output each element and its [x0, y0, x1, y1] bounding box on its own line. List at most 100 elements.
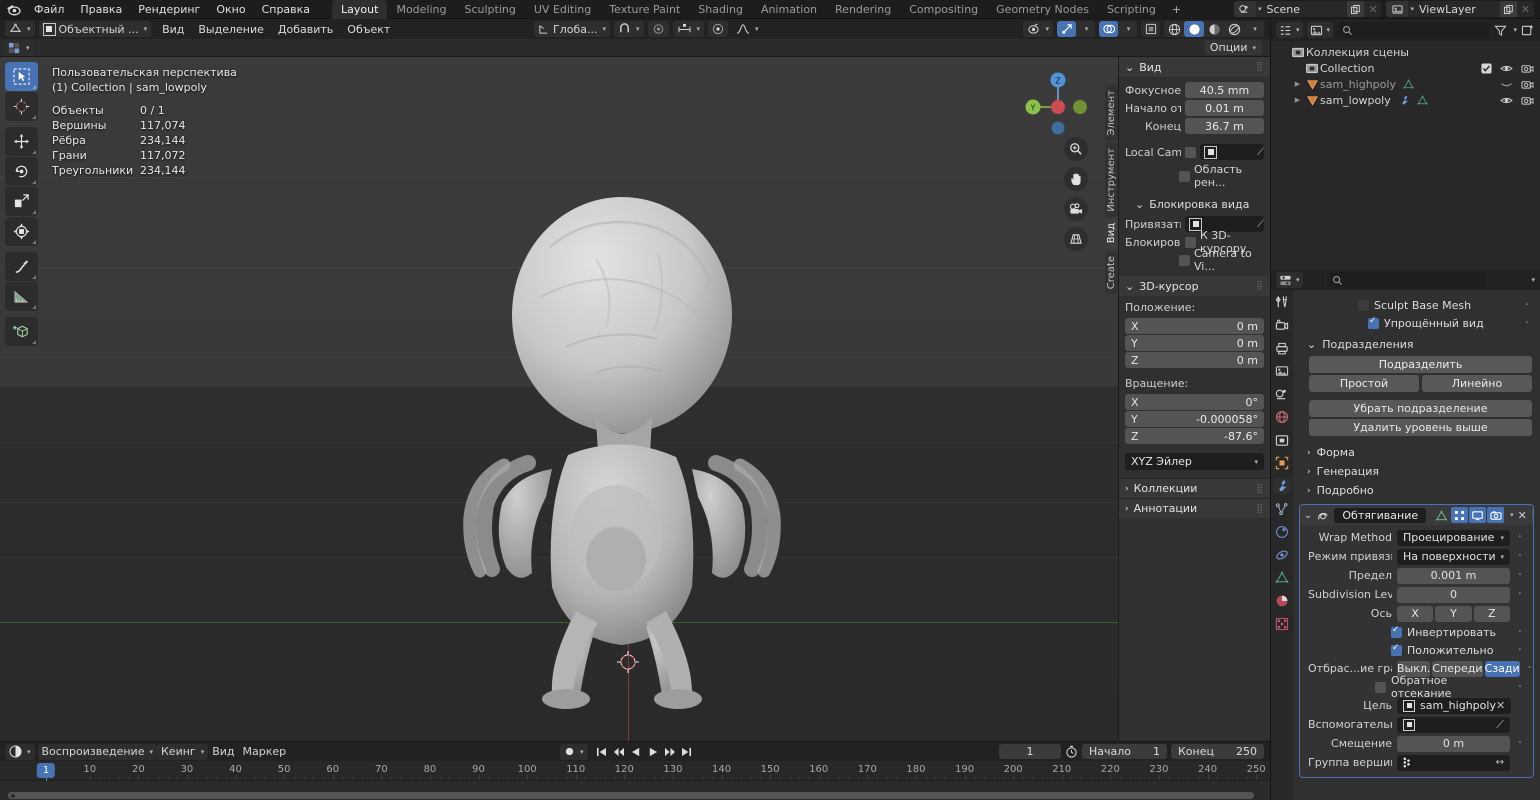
visibility-selectability-button[interactable]: ▾: [1023, 21, 1053, 37]
tab-object-data[interactable]: [1273, 570, 1291, 586]
scene-selector[interactable]: ▾ Scene ✕: [1234, 1, 1382, 17]
snap-magnet-button[interactable]: ▾: [614, 21, 644, 37]
cursor-rotation-y-field[interactable]: Y-0.000058°: [1125, 411, 1264, 427]
render-camera-icon[interactable]: [1521, 79, 1534, 90]
workspace-tabs[interactable]: LayoutModelingSculptingUV EditingTexture…: [332, 0, 1188, 19]
expand-triangle-icon[interactable]: ▶: [1291, 80, 1304, 88]
proportional-edit-button[interactable]: [648, 21, 669, 37]
zoom-view-button[interactable]: [1064, 137, 1088, 161]
clip-start-row[interactable]: Начало от... 0.01 m: [1125, 100, 1264, 116]
side-tab-вид[interactable]: Вид: [1105, 218, 1118, 248]
animate-dot-icon[interactable]: ·: [1525, 661, 1534, 676]
subdivide-button[interactable]: Подразделить: [1309, 356, 1532, 373]
realtime-display-toggle[interactable]: [1469, 507, 1486, 523]
aux-target-row[interactable]: Вспомогательна... ⟋: [1300, 715, 1533, 734]
side-tab-инструмент[interactable]: Инструмент: [1105, 143, 1118, 217]
wireframe-shading-button[interactable]: [1164, 21, 1184, 37]
tab-world[interactable]: [1273, 409, 1291, 425]
exclude-checkbox[interactable]: [1481, 63, 1492, 74]
toggle-xray-button[interactable]: [1141, 21, 1160, 37]
remove-viewlayer-button[interactable]: ✕: [1517, 1, 1534, 17]
filter-chevron-icon[interactable]: ▾: [1513, 26, 1517, 34]
axis-toggle-y[interactable]: Y: [1435, 606, 1471, 622]
workspace-tab-rendering[interactable]: Rendering: [826, 0, 900, 19]
outliner-row-sam_lowpoly[interactable]: ▶sam_lowpoly: [1271, 92, 1540, 108]
cursor-location-y-field[interactable]: Y0 m: [1125, 335, 1264, 351]
add-cube-tool[interactable]: [5, 317, 38, 346]
animate-dot-icon[interactable]: ·: [1515, 643, 1525, 658]
show-gizmo-toggle[interactable]: [1057, 21, 1076, 37]
pan-view-button[interactable]: [1064, 167, 1088, 191]
eyedropper-icon[interactable]: ⟋: [1496, 718, 1504, 732]
axis-row[interactable]: Ось XYZ: [1300, 604, 1533, 623]
offset-field[interactable]: 0 m: [1397, 736, 1510, 752]
animate-dot-icon[interactable]: ·: [1515, 625, 1525, 640]
gizmo-options-chevron-icon[interactable]: ▾: [1076, 21, 1095, 37]
tab-physics[interactable]: [1273, 524, 1291, 540]
tab-collection[interactable]: [1273, 432, 1291, 448]
properties-editor-type-button[interactable]: ▾: [1276, 272, 1303, 288]
active-tool-icon-button[interactable]: ▾: [4, 40, 34, 56]
animate-dot-icon[interactable]: ·: [1515, 680, 1525, 695]
timeline-editor-type-button[interactable]: ▾: [5, 744, 35, 760]
local-camera-checkbox[interactable]: [1185, 147, 1196, 158]
chevron-down-icon[interactable]: ⌄: [1304, 510, 1312, 521]
view-lock-subheader[interactable]: ⌄ Блокировка вида: [1125, 194, 1264, 214]
move-tool[interactable]: [5, 127, 38, 156]
axis-toggle-x[interactable]: X: [1397, 606, 1433, 622]
invert-cull-checkbox[interactable]: [1375, 682, 1386, 693]
delete-higher-button[interactable]: Удалить уровень выше: [1309, 419, 1532, 436]
tab-render[interactable]: [1273, 317, 1291, 333]
cursor-section-header[interactable]: ⌄ 3D-курсор ⣿: [1119, 276, 1270, 296]
frame-end-field[interactable]: Конец 250: [1171, 744, 1264, 759]
animate-dot-icon[interactable]: ·: [1515, 587, 1525, 602]
modifier-name-field[interactable]: Обтягивание: [1334, 508, 1426, 523]
clip-end-row[interactable]: Конец 36.7 m: [1125, 118, 1264, 134]
render-camera-icon[interactable]: [1521, 95, 1534, 106]
solid-shading-button[interactable]: [1184, 21, 1204, 37]
render-region-checkbox[interactable]: [1179, 171, 1190, 182]
rotation-mode-dropdown[interactable]: XYZ Эйлер ▾: [1125, 453, 1264, 470]
toggle-ortho-perspective-button[interactable]: [1064, 227, 1088, 251]
drag-handle-icon[interactable]: ⣿: [1256, 504, 1264, 514]
invert-row[interactable]: Инвертировать ·: [1300, 623, 1533, 641]
simplified-view-checkbox[interactable]: [1368, 318, 1379, 329]
drag-handle-icon[interactable]: ⣿: [1531, 510, 1534, 520]
new-viewlayer-button[interactable]: [1500, 1, 1517, 17]
visibility-eye-icon[interactable]: [1500, 63, 1513, 74]
jump-to-end-button[interactable]: [679, 744, 695, 760]
camera-to-view-row[interactable]: Camera to Vi...: [1125, 252, 1264, 268]
workspace-tab-scripting[interactable]: Scripting: [1098, 0, 1165, 19]
limit-row[interactable]: Предел 0.001 m ·: [1300, 566, 1533, 585]
menu-справка[interactable]: Справка: [254, 1, 318, 18]
subdivision-levels-row[interactable]: Subdivision Levels 0 ·: [1300, 585, 1533, 604]
timeline-menu-маркер[interactable]: Маркер: [239, 744, 291, 760]
blender-logo-icon[interactable]: [0, 0, 26, 19]
timeline-menu-вид[interactable]: Вид: [208, 744, 238, 760]
proportional-size-button[interactable]: ▾: [673, 21, 705, 37]
outliner-editor-type-button[interactable]: ▾: [1276, 22, 1303, 38]
side-tab-элемент[interactable]: Элемент: [1105, 85, 1118, 141]
display-mode-button[interactable]: ▾: [1307, 22, 1334, 38]
select-box-tool[interactable]: [5, 62, 38, 91]
next-keyframe-button[interactable]: [662, 744, 678, 760]
animate-dot-icon[interactable]: ·: [1522, 298, 1532, 313]
annotate-tool[interactable]: [5, 252, 38, 281]
rotate-tool[interactable]: [5, 157, 38, 186]
detail-section-header[interactable]: › Подробно: [1293, 481, 1540, 500]
viewlayer-selector[interactable]: ▾ ViewLayer ✕: [1386, 1, 1534, 17]
show-overlays-toggle[interactable]: [1099, 21, 1118, 37]
frame-start-field[interactable]: Начало 1: [1082, 744, 1167, 759]
workspace-tab-geometry-nodes[interactable]: Geometry Nodes: [987, 0, 1098, 19]
axis-toggle-z[interactable]: Z: [1474, 606, 1510, 622]
tab-object[interactable]: [1273, 455, 1291, 471]
tab-tool[interactable]: [1273, 294, 1291, 310]
current-frame-field[interactable]: 1: [999, 744, 1061, 759]
eyedropper-icon[interactable]: ⟋: [1257, 147, 1264, 158]
annotations-section-header[interactable]: › Аннотации ⣿: [1119, 498, 1270, 518]
workspace-tab-layout[interactable]: Layout: [332, 0, 387, 19]
menu-окно[interactable]: Окно: [208, 1, 253, 18]
drag-handle-icon[interactable]: ⣿: [1256, 281, 1264, 291]
outliner-row-collection[interactable]: Collection: [1271, 60, 1540, 76]
render-camera-icon[interactable]: [1521, 63, 1534, 74]
